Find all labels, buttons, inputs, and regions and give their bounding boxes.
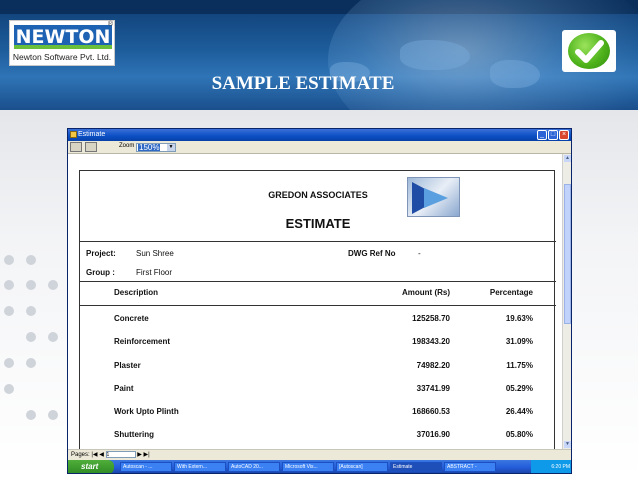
taskbar-task[interactable]: With Extern... (174, 462, 226, 472)
checkmark-badge (562, 30, 616, 72)
decor-dot (26, 332, 36, 342)
page-navigation-bar: Pages: |◀ ◀ 1 ▶ ▶| (68, 449, 571, 459)
taskbar-task-active[interactable]: Estimate (390, 462, 442, 472)
estimate-page: GREDON ASSOCIATES ESTIMATE Project: Sun … (79, 170, 556, 449)
row-description: Work Upto Plinth (114, 407, 179, 416)
estimate-window: Estimate _ □ × Zoom 150% ▼ GREDON ASSOCI… (67, 128, 572, 474)
start-button[interactable]: start (68, 460, 114, 473)
taskbar-task[interactable]: Autoscan - ... (120, 462, 172, 472)
zoom-value: 150% (138, 143, 160, 152)
decor-dot (26, 280, 36, 290)
divider (80, 305, 556, 306)
row-amount: 168660.53 (412, 407, 450, 416)
taskbar-tasks: Autoscan - ... With Extern... AutoCAD 20… (120, 462, 496, 472)
row-percentage: 19.63% (505, 314, 533, 323)
row-percentage: 31.09% (505, 337, 533, 346)
row-description: Concrete (114, 314, 149, 323)
decor-dot (4, 306, 14, 316)
logo-company-name: Newton Software Pvt. Ltd. (12, 52, 112, 62)
decor-dot (4, 280, 14, 290)
decor-dot (26, 255, 36, 265)
print-icon[interactable] (70, 142, 82, 152)
decor-dot (4, 358, 14, 368)
row-percentage: 26.44% (505, 407, 533, 416)
export-icon[interactable] (85, 142, 97, 152)
row-amount: 33741.99 (416, 384, 450, 393)
map-landmass (400, 40, 470, 70)
row-description: Plaster (114, 361, 141, 370)
project-label: Project: (86, 249, 116, 258)
chevron-down-icon[interactable]: ▼ (167, 144, 175, 151)
decor-dot (4, 384, 14, 394)
checkmark-icon (568, 33, 610, 69)
decor-dot (48, 410, 58, 420)
dwg-ref-label: DWG Ref No (348, 249, 396, 258)
row-percentage: 05.80% (505, 430, 533, 439)
project-value: Sun Shree (136, 249, 174, 258)
taskbar-task[interactable]: Microsoft Vis... (282, 462, 334, 472)
page-number-input[interactable]: 1 (105, 450, 136, 458)
system-tray-clock[interactable]: 6:20 PM (531, 460, 571, 473)
window-titlebar[interactable]: Estimate _ □ × (68, 129, 571, 141)
window-controls: _ □ × (537, 130, 569, 140)
taskbar-task[interactable]: AutoCAD 20... (228, 462, 280, 472)
group-value: First Floor (136, 268, 172, 277)
row-description: Paint (114, 384, 134, 393)
window-title: Estimate (78, 131, 106, 138)
maximize-button[interactable]: □ (548, 130, 558, 140)
first-page-icon[interactable]: |◀ (91, 452, 97, 458)
decor-dot (48, 280, 58, 290)
pages-label: Pages: (71, 452, 90, 458)
column-header-percentage: Percentage (489, 288, 533, 297)
group-label: Group : (86, 268, 115, 277)
prev-page-icon[interactable]: ◀ (99, 452, 104, 458)
newton-logo: NEWTON ® Newton Software Pvt. Ltd. (9, 20, 115, 66)
decor-dot (48, 332, 58, 342)
row-amount: 37016.90 (416, 430, 450, 439)
scroll-down-icon[interactable]: ▼ (564, 441, 571, 448)
registered-mark: ® (107, 21, 113, 28)
dwg-ref-value: - (418, 249, 421, 258)
taskbar-task[interactable]: [Autoscan] (336, 462, 388, 472)
document-title: ESTIMATE (285, 216, 351, 231)
row-percentage: 05.29% (505, 384, 533, 393)
column-header-description: Description (114, 288, 159, 297)
zoom-label: Zoom (119, 143, 135, 149)
windows-taskbar: start Autoscan - ... With Extern... Auto… (68, 460, 571, 473)
logo-wordmark: NEWTON (14, 25, 112, 49)
company-name: GREDON ASSOCIATES (268, 190, 368, 200)
company-logo-icon (407, 177, 460, 217)
row-amount: 74982.20 (416, 361, 450, 370)
taskbar-task[interactable]: ABSTRACT - (444, 462, 496, 472)
divider (80, 281, 556, 282)
scroll-up-icon[interactable]: ▲ (564, 155, 571, 162)
close-button[interactable]: × (559, 130, 569, 140)
row-description: Reinforcement (114, 337, 171, 346)
row-amount: 198343.20 (412, 337, 450, 346)
slide-header-banner: NEWTON ® Newton Software Pvt. Ltd. SAMPL… (0, 0, 638, 110)
vertical-scrollbar[interactable]: ▲ ▼ (562, 154, 571, 449)
row-description: Shuttering (114, 430, 154, 439)
row-percentage: 11.75% (506, 361, 533, 370)
scrollbar-thumb[interactable] (564, 184, 571, 324)
last-page-icon[interactable]: ▶| (143, 452, 149, 458)
slide-title: SAMPLE ESTIMATE (211, 73, 395, 94)
minimize-button[interactable]: _ (537, 130, 547, 140)
decor-dot (26, 410, 36, 420)
zoom-select[interactable]: 150% ▼ (136, 143, 176, 152)
row-amount: 125258.70 (412, 314, 450, 323)
column-header-amount: Amount (Rs) (402, 288, 450, 297)
decor-dot (26, 306, 36, 316)
next-page-icon[interactable]: ▶ (137, 452, 142, 458)
report-viewport: GREDON ASSOCIATES ESTIMATE Project: Sun … (68, 154, 562, 449)
app-icon (70, 131, 77, 138)
decor-dot (26, 358, 36, 368)
divider (80, 241, 556, 242)
window-toolbar: Zoom 150% ▼ (68, 141, 571, 154)
decor-dot (4, 255, 14, 265)
